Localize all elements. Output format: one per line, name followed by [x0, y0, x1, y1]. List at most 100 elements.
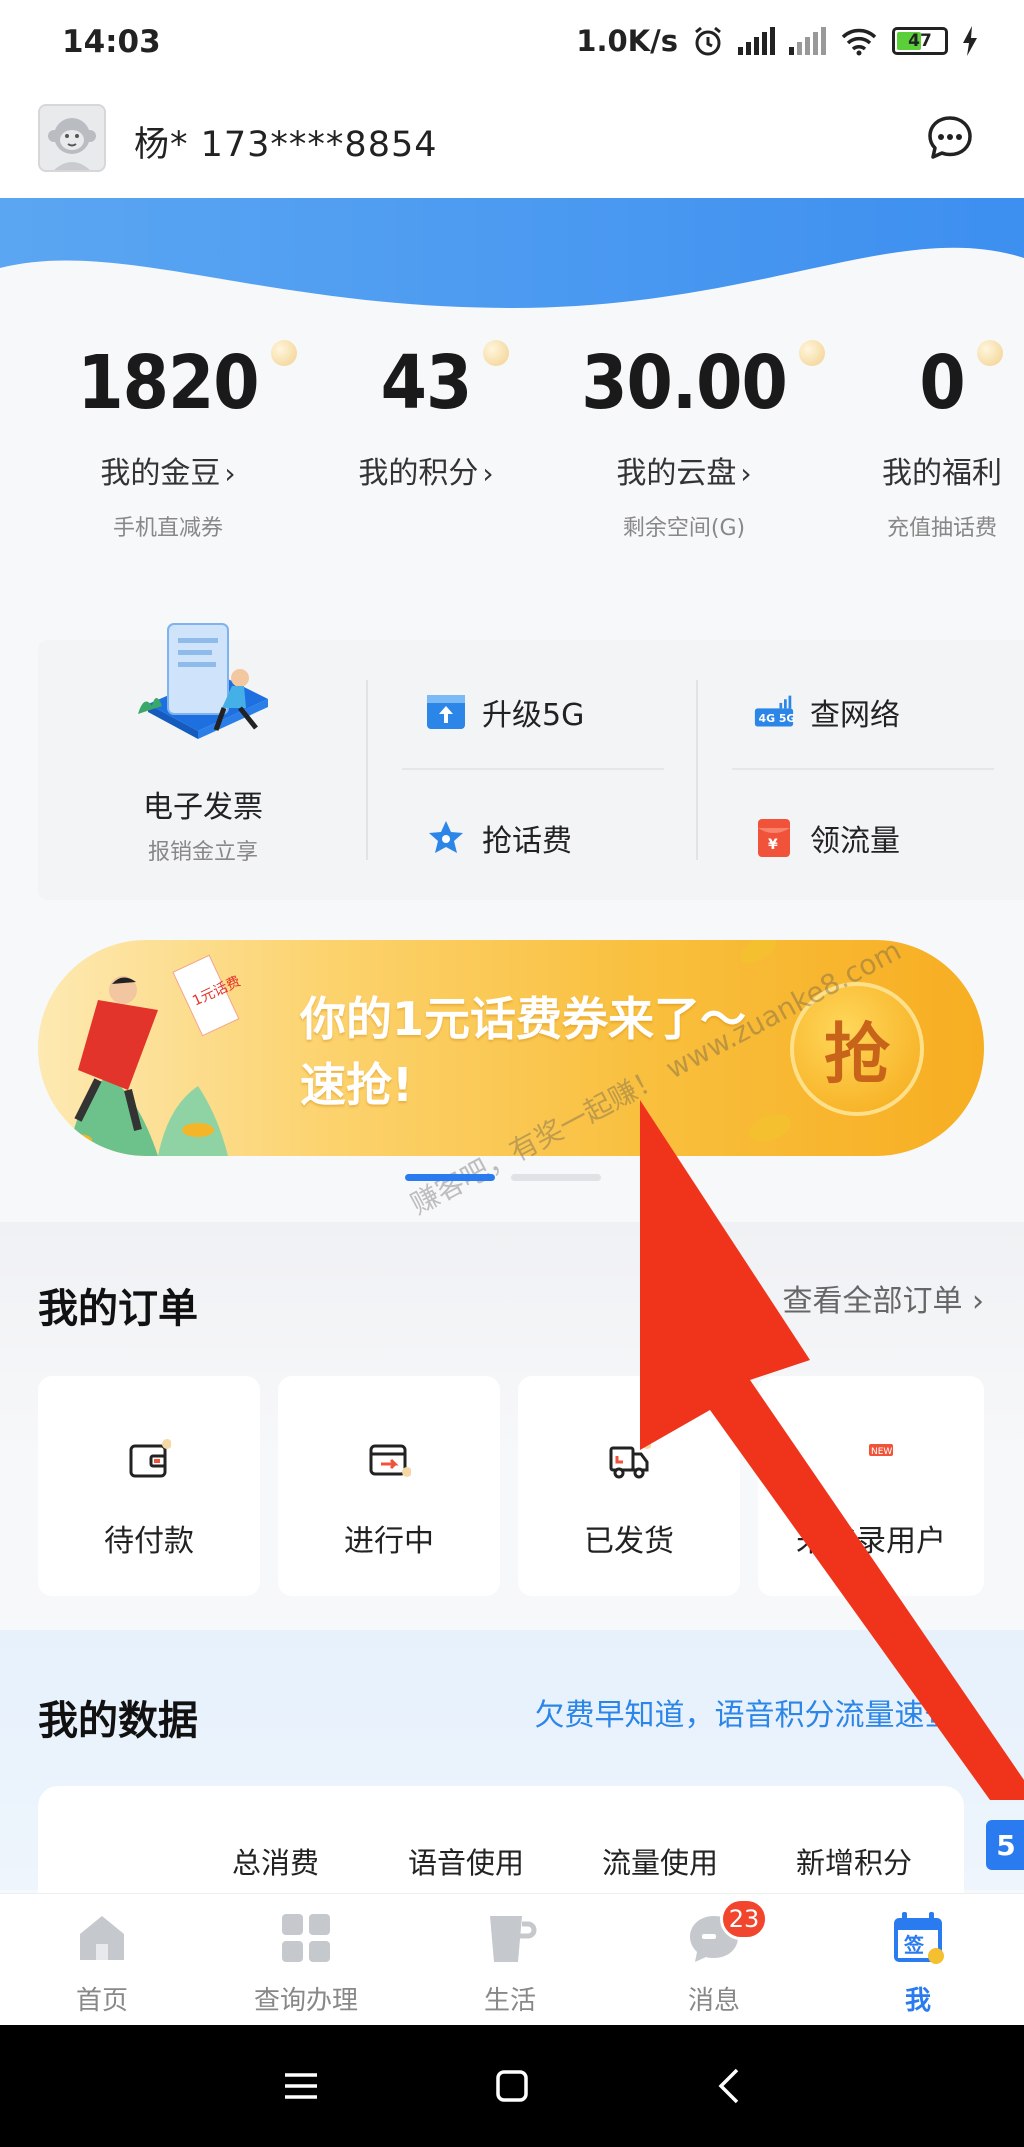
- stat-value: 43: [380, 340, 473, 426]
- signal-icon-2: [789, 27, 826, 55]
- order-pending-payment[interactable]: 待付款: [38, 1376, 260, 1596]
- divider: [366, 680, 368, 860]
- nav-home[interactable]: 首页: [2, 1908, 202, 2017]
- chevron-right-icon: ›: [964, 1698, 976, 1733]
- side-tab[interactable]: 5: [986, 1820, 1024, 1870]
- carousel-dot[interactable]: [511, 1174, 601, 1181]
- coin-icon: [735, 940, 781, 969]
- service-label: 抢话费: [482, 824, 572, 859]
- data-column-traffic: 流量使用: [602, 1846, 719, 1880]
- service-label: 升级5G: [482, 698, 585, 733]
- nav-label: 生活: [483, 1986, 536, 2016]
- card-arrow-icon: [367, 1438, 412, 1482]
- nav-label: 我: [904, 1986, 931, 2016]
- stat-gold-beans[interactable]: 1820 我的金豆 › 手机直减券: [38, 340, 298, 542]
- network-4g5g-icon: 4G 5G: [754, 692, 794, 732]
- nav-messages[interactable]: 23 消息: [614, 1898, 814, 2017]
- stat-sub: 手机直减券: [112, 516, 223, 541]
- home-icon: [72, 1908, 132, 1968]
- divider: [696, 680, 698, 860]
- user-account[interactable]: 杨* 173****8854: [134, 116, 438, 167]
- service-check-network[interactable]: 4G 5G 查网络: [754, 690, 900, 734]
- data-quick-check-label: 欠费早知道，语音积分流量速查: [534, 1698, 955, 1733]
- message-icon[interactable]: [926, 114, 974, 162]
- coin-icon: [745, 1109, 795, 1147]
- stat-points[interactable]: 43 我的积分 ›: [296, 340, 556, 492]
- stat-value: 0: [919, 340, 965, 426]
- order-label: 已发货: [584, 1524, 674, 1559]
- view-all-orders-label: 查看全部订单: [782, 1284, 963, 1319]
- system-navigation-bar: [0, 2025, 1024, 2147]
- carousel-indicator: [405, 1174, 601, 1181]
- data-quick-check-link[interactable]: 欠费早知道，语音积分流量速查 ›: [534, 1690, 976, 1734]
- message-badge: 23: [720, 1898, 768, 1940]
- order-shipped[interactable]: 已发货: [518, 1376, 740, 1596]
- chevron-right-icon: ›: [972, 1284, 984, 1319]
- service-grab-credit[interactable]: 抢话费: [426, 816, 572, 860]
- stat-value: 30.00: [581, 340, 788, 426]
- status-bar: 14:03 1.0K/s 47: [0, 0, 1024, 90]
- order-guest[interactable]: NEW 未登录用户: [758, 1376, 984, 1596]
- chevron-right-icon: ›: [224, 457, 236, 490]
- stat-cloud-disk[interactable]: 30.00 我的云盘 › 剩余空间(G): [554, 340, 825, 542]
- invoice-subtitle: 报销金立享: [147, 840, 258, 865]
- stat-welfare[interactable]: 0 我的福利 充值抽话费: [812, 340, 1024, 542]
- account-stats: 1820 我的金豆 › 手机直减券 43 我的积分 › 30.00 我的云盘 › 剩余…: [0, 340, 1024, 580]
- carousel-dot-active[interactable]: [405, 1174, 495, 1181]
- alarm-icon: [695, 26, 721, 56]
- delivery-truck-icon: [607, 1438, 652, 1482]
- back-icon[interactable]: [704, 2061, 754, 2111]
- orders-title: 我的订单: [38, 1286, 198, 1332]
- cup-icon: [480, 1908, 540, 1968]
- stat-value: 1820: [77, 340, 259, 426]
- grid-icon: [276, 1908, 336, 1968]
- order-label: 未登录用户: [796, 1524, 946, 1559]
- svg-text:签: 签: [903, 1933, 925, 1957]
- invoice-title[interactable]: 电子发票: [38, 782, 368, 826]
- stat-label: 我的福利: [882, 456, 1002, 491]
- coin-icon: [483, 340, 510, 366]
- status-time: 14:03: [62, 24, 161, 60]
- svg-text:NEW: NEW: [871, 1447, 892, 1457]
- star-icon: [426, 818, 466, 858]
- quick-services: 电子发票 报销金立享 升级5G 4G 5G 查网络 抢话费 ¥ 领流量: [38, 623, 1024, 900]
- wifi-icon: [841, 28, 877, 56]
- divider: [402, 768, 664, 770]
- svg-text:4G 5G: 4G 5G: [759, 712, 794, 725]
- menu-icon[interactable]: [276, 2061, 326, 2111]
- status-indicators: 1.0K/s 47: [576, 24, 978, 58]
- signal-icon: [738, 27, 775, 55]
- service-upgrade-5g[interactable]: 升级5G: [426, 690, 584, 734]
- new-tag-icon: NEW: [849, 1438, 893, 1482]
- header: 杨* 173****8854: [0, 90, 1024, 198]
- coin-icon: [270, 340, 297, 366]
- chevron-right-icon: ›: [740, 457, 752, 490]
- nav-label: 查询办理: [253, 1986, 358, 2016]
- avatar[interactable]: [38, 104, 106, 172]
- upgrade-5g-icon: [426, 692, 466, 732]
- service-get-data[interactable]: ¥ 领流量: [754, 816, 900, 860]
- chat-bubble-icon: 23: [684, 1898, 768, 1968]
- header-wave: [0, 198, 1024, 308]
- service-label: 领流量: [810, 824, 900, 859]
- order-label: 待付款: [104, 1524, 194, 1559]
- nav-me[interactable]: 签 我: [818, 1908, 1018, 2017]
- home-square-icon[interactable]: [487, 2061, 537, 2111]
- charging-icon: [963, 26, 977, 56]
- order-in-progress[interactable]: 进行中: [278, 1376, 500, 1596]
- order-label: 进行中: [344, 1524, 434, 1559]
- nav-life[interactable]: 生活: [410, 1908, 610, 2017]
- data-column-new-points: 新增积分: [796, 1846, 913, 1880]
- chevron-right-icon: ›: [482, 457, 494, 490]
- view-all-orders-link[interactable]: 查看全部订单 ›: [782, 1276, 984, 1320]
- nav-query[interactable]: 查询办理: [206, 1908, 406, 2017]
- stat-label: 我的金豆: [100, 456, 221, 491]
- bottom-navigation: 首页 查询办理 生活 23 消息 签 我: [0, 1893, 1024, 2025]
- svg-text:¥: ¥: [768, 837, 778, 853]
- coin-icon: [976, 340, 1003, 366]
- stat-sub: 剩余空间(G): [622, 516, 746, 541]
- calendar-sign-icon: 签: [888, 1908, 948, 1968]
- stat-sub: 充值抽话费: [886, 516, 997, 541]
- red-envelope-icon: ¥: [754, 818, 794, 858]
- banner-illustration: 1元话费: [64, 954, 243, 1156]
